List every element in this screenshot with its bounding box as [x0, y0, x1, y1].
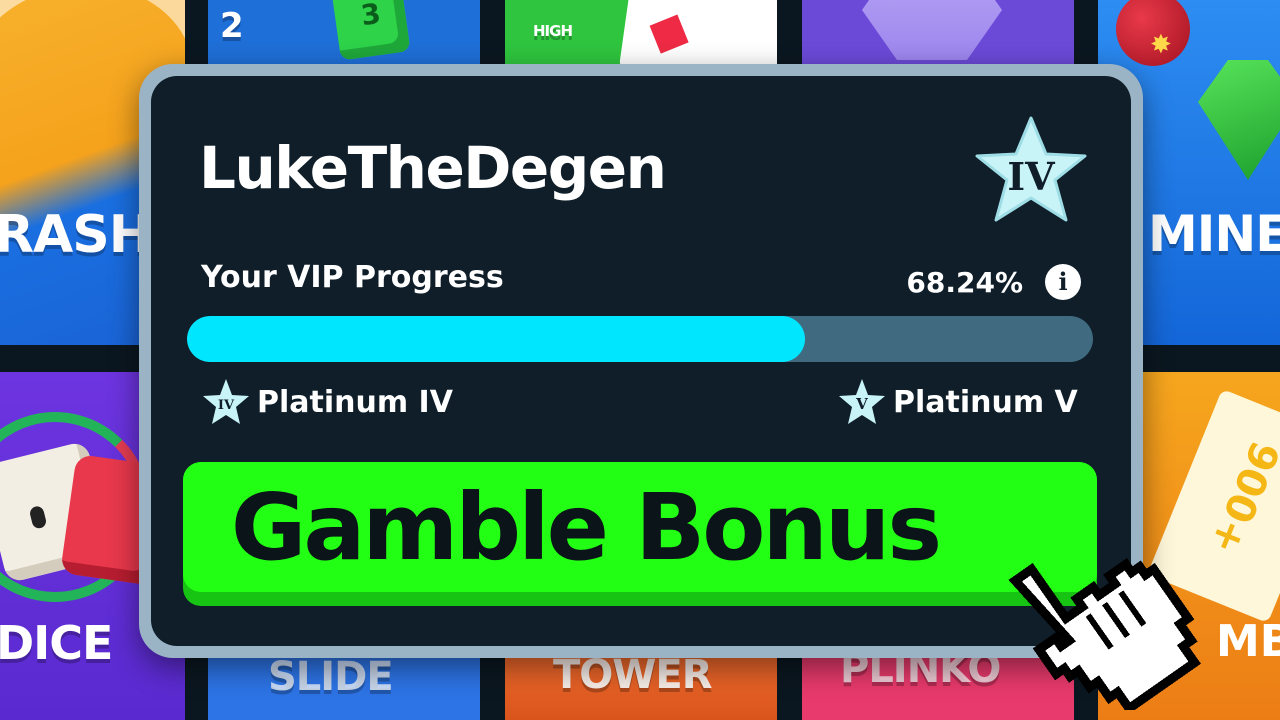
next-level-badge: V [855, 395, 868, 413]
plinko-top-tile[interactable]: 2 3 [208, 0, 480, 64]
gem-game-tile[interactable] [802, 0, 1074, 64]
current-level-badge: IV [218, 398, 235, 413]
gamble-bonus-button-label: Gamble Bonus [230, 473, 942, 581]
slide-tile-label: SLIDE [268, 656, 394, 700]
vip-progress-card: LukeTheDegen IV Your VIP Progress 68.24%… [139, 64, 1143, 658]
hilo-game-tile[interactable]: HIGH [505, 0, 777, 64]
plinko-tile-label: PLINKO [840, 656, 1001, 692]
hexagon-graphic [862, 0, 1002, 60]
plinko-top-tile-label: 2 [220, 6, 244, 46]
current-level: IV Platinum IV [201, 376, 453, 428]
next-level: V Platinum V [837, 376, 1078, 428]
vip-progress-bar [187, 316, 1093, 362]
gamble-bonus-button-face: Gamble Bonus [183, 462, 1097, 592]
cube-graphic: 3 [331, 0, 411, 61]
slide-game-tile[interactable]: SLIDE [208, 656, 480, 720]
vip-progress-fill [187, 316, 806, 362]
hand-pointer-icon [1008, 558, 1201, 710]
next-level-star-icon: V [839, 379, 885, 424]
tower-game-tile[interactable]: TOWER [505, 656, 777, 720]
current-level-star-icon: IV [203, 379, 249, 424]
dice-tile-label: DICE [0, 616, 113, 670]
vip-card-body: LukeTheDegen IV Your VIP Progress 68.24%… [151, 76, 1131, 646]
spark-icon: ✸ [1150, 30, 1172, 60]
username: LukeTheDegen [199, 134, 667, 202]
current-level-name: Platinum IV [257, 384, 453, 420]
cube-number: 3 [358, 0, 383, 33]
hilo-tile-label: HIGH [533, 22, 573, 40]
playing-card-graphic [618, 0, 777, 64]
gamble-bonus-button[interactable]: Gamble Bonus [183, 462, 1097, 606]
vip-progress-label: Your VIP Progress [201, 260, 504, 295]
emerald-gem-icon [1198, 60, 1280, 180]
info-icon[interactable]: i [1045, 264, 1081, 300]
diamond-suit-icon [649, 14, 689, 54]
tower-tile-label: TOWER [553, 656, 713, 698]
vip-progress-percent: 68.24% [906, 266, 1023, 299]
next-level-name: Platinum V [893, 384, 1078, 420]
tier-star-icon: IV [975, 116, 1087, 222]
tier-badge-text: IV [1007, 154, 1056, 199]
mines-tile-label: MINE [1148, 205, 1280, 263]
crash-tile-label: RASH [0, 205, 152, 265]
